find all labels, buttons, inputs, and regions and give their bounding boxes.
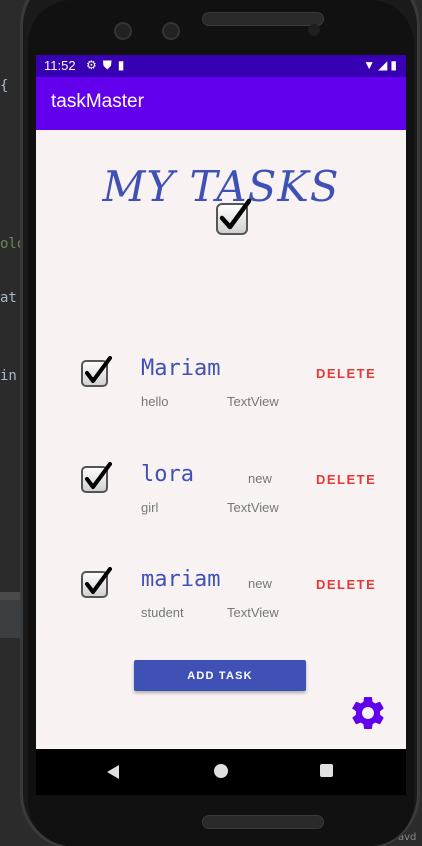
earpiece-speaker bbox=[202, 12, 324, 26]
ide-code-line: { bbox=[0, 78, 9, 94]
gear-icon[interactable] bbox=[348, 693, 388, 737]
wifi-icon: ▼ bbox=[363, 58, 379, 72]
task-textview: TextView bbox=[227, 605, 279, 620]
gear-icon: ⚙ bbox=[86, 58, 103, 72]
app-title: taskMaster bbox=[51, 91, 144, 112]
checkbox-icon[interactable] bbox=[80, 567, 112, 603]
back-icon[interactable] bbox=[106, 764, 120, 783]
delete-button[interactable]: DELETE bbox=[316, 472, 376, 487]
recents-icon[interactable] bbox=[320, 764, 333, 777]
task-title: lora bbox=[141, 462, 194, 487]
app-bar: taskMaster bbox=[36, 77, 406, 130]
task-item: Mariam DELETE hello TextView bbox=[36, 356, 406, 436]
add-task-button[interactable]: ADD TASK bbox=[134, 660, 306, 691]
battery-icon: ▮ bbox=[390, 58, 400, 72]
shield-icon: ⛊ bbox=[102, 58, 118, 72]
front-camera-secondary bbox=[162, 22, 180, 40]
delete-button[interactable]: DELETE bbox=[316, 366, 376, 381]
task-badge: new bbox=[248, 471, 272, 486]
task-textview: TextView bbox=[227, 500, 279, 515]
checkbox-icon bbox=[214, 198, 252, 240]
delete-button[interactable]: DELETE bbox=[316, 577, 376, 592]
proximity-sensor bbox=[308, 24, 320, 36]
task-body: hello bbox=[141, 394, 169, 409]
task-item: mariam new DELETE student TextView bbox=[36, 567, 406, 647]
task-body: girl bbox=[141, 500, 159, 515]
home-icon[interactable] bbox=[214, 764, 228, 778]
main-content: MY TASKS Mariam DELETE hello TextView lo… bbox=[36, 130, 406, 749]
checkbox-icon[interactable] bbox=[80, 356, 112, 392]
front-camera bbox=[114, 22, 132, 40]
bottom-speaker bbox=[202, 815, 324, 829]
phone-screen: 11:52 ⚙⛊▮ ▼◢▮ taskMaster MY TASKS Mariam… bbox=[36, 55, 406, 795]
task-title: Mariam bbox=[141, 356, 221, 381]
status-notification-icons: ⚙⛊▮ bbox=[86, 58, 130, 73]
checkbox-icon[interactable] bbox=[80, 462, 112, 498]
ide-code-line: at bbox=[0, 290, 17, 306]
status-system-icons: ▼◢▮ bbox=[363, 58, 400, 72]
task-textview: TextView bbox=[227, 394, 279, 409]
navigation-bar bbox=[36, 749, 406, 795]
signal-icon: ◢ bbox=[378, 58, 391, 72]
sd-card-icon: ▮ bbox=[117, 58, 131, 72]
ide-code-line: in bbox=[0, 368, 17, 384]
status-bar: 11:52 ⚙⛊▮ ▼◢▮ bbox=[36, 55, 406, 77]
task-title: mariam bbox=[141, 567, 221, 592]
task-badge: new bbox=[248, 576, 272, 591]
status-time: 11:52 bbox=[44, 58, 76, 73]
task-body: student bbox=[141, 605, 184, 620]
task-item: lora new DELETE girl TextView bbox=[36, 462, 406, 542]
